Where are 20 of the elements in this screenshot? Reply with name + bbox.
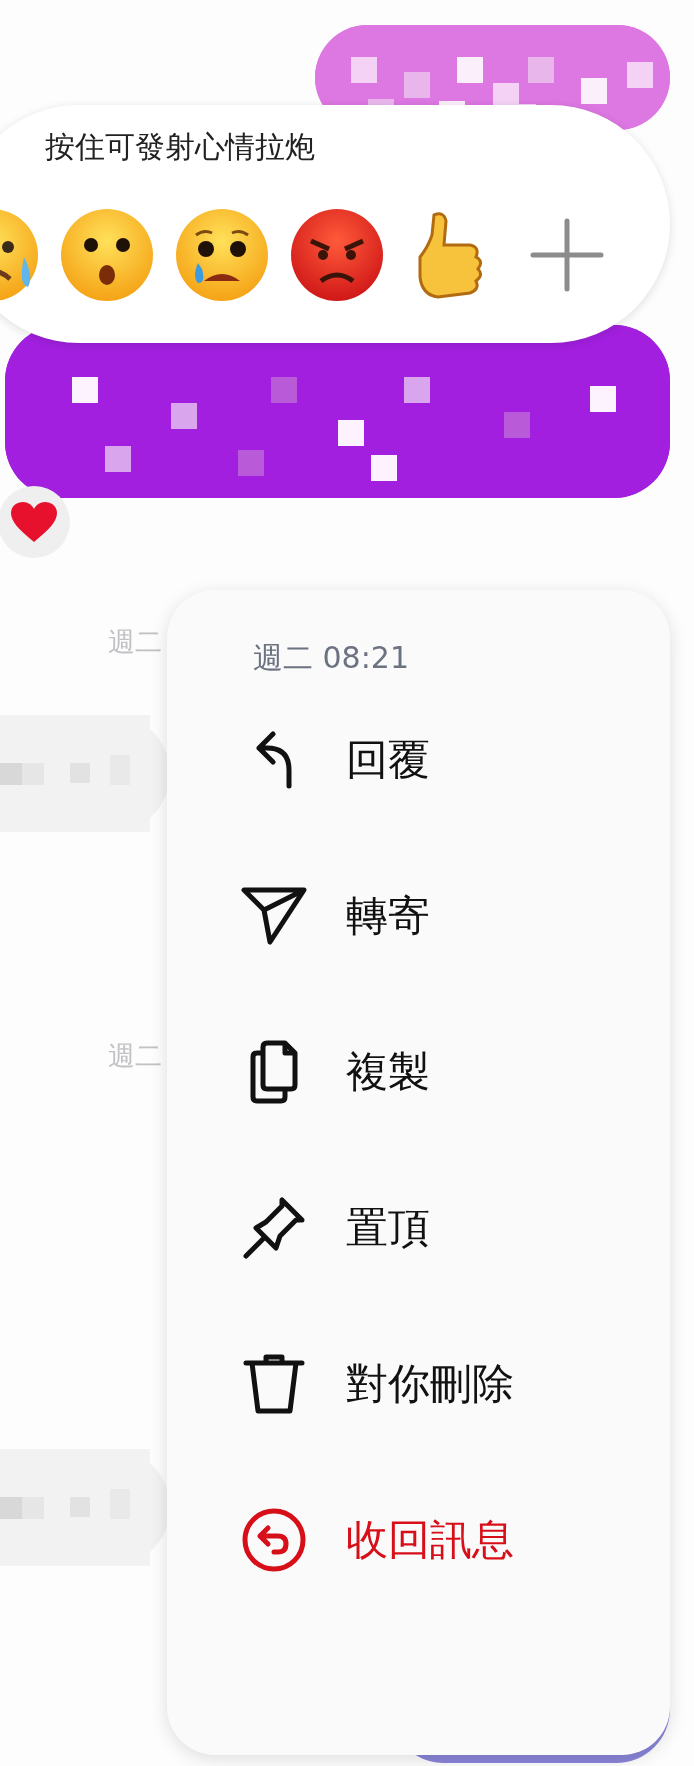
reaction-hint: 按住可發射心情拉炮 bbox=[45, 128, 315, 166]
message-timestamp: 週二 08:21 bbox=[253, 640, 409, 676]
pushpin-icon bbox=[243, 1197, 305, 1259]
sad-face-icon bbox=[174, 207, 270, 303]
menu-item[interactable]: 轉寄 bbox=[240, 882, 430, 950]
chat-timestamp: 週二 bbox=[108, 1042, 162, 1069]
undo-circle-icon bbox=[242, 1508, 306, 1572]
menu-item[interactable]: 回覆 bbox=[240, 726, 430, 794]
menu-item[interactable]: 置頂 bbox=[240, 1194, 430, 1262]
menu-item[interactable]: 收回訊息 bbox=[240, 1506, 514, 1574]
trash-icon bbox=[243, 1354, 305, 1414]
surprised-face-icon bbox=[59, 207, 155, 303]
menu-item[interactable]: 對你刪除 bbox=[240, 1350, 514, 1418]
menu-item[interactable]: 複製 bbox=[240, 1038, 430, 1106]
chat-timestamp: 週二 bbox=[108, 628, 162, 655]
send-icon bbox=[241, 887, 307, 945]
reply-icon bbox=[256, 731, 292, 789]
copy-icon bbox=[250, 1040, 298, 1104]
heart-icon bbox=[10, 501, 58, 543]
angry-face-icon bbox=[289, 207, 385, 303]
